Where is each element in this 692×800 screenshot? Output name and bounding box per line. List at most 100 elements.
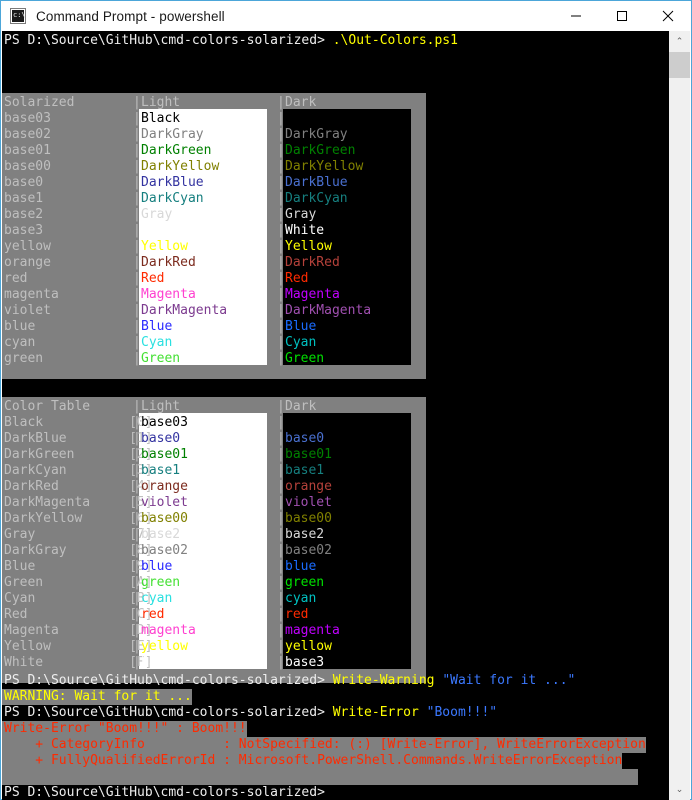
table1-row-separator-2: | bbox=[277, 287, 285, 302]
prompt-text: PS D:\Source\GitHub\cmd-colors-solarized… bbox=[4, 33, 325, 48]
table2-row-separator-1: | bbox=[133, 447, 141, 462]
error-line-2: + CategoryInfo : NotSpecified: (:) [Writ… bbox=[2, 737, 646, 753]
table1-row-dark-swatch: DarkBlue bbox=[285, 175, 348, 190]
table1-header-separator-1: | bbox=[133, 95, 141, 110]
table1-row-label: violet bbox=[4, 303, 51, 318]
table2-row-separator-2: | bbox=[277, 655, 285, 670]
table1-row-separator-1: | bbox=[133, 287, 141, 302]
table2-row-label: Green bbox=[4, 575, 44, 590]
table1-row-light-swatch: Red bbox=[141, 271, 165, 286]
table2-row-separator-2: | bbox=[277, 479, 285, 494]
table1-row-label: green bbox=[4, 351, 44, 366]
table2-row-light-swatch: green bbox=[141, 575, 181, 590]
table1-row-label: cyan bbox=[4, 335, 36, 350]
table2-header-separator-2: | bbox=[277, 399, 285, 414]
table2-row-label: Magenta bbox=[4, 623, 59, 638]
table2-row-light-swatch: orange bbox=[141, 479, 188, 494]
table2-row-separator-2: | bbox=[277, 511, 285, 526]
prompt-line-final: PS D:\Source\GitHub\cmd-colors-solarized… bbox=[4, 785, 325, 800]
table2-row-separator-1: | bbox=[133, 479, 141, 494]
table1-row-separator-2: | bbox=[277, 159, 285, 174]
table1-row-label: blue bbox=[4, 319, 36, 334]
table1-row-separator-1: | bbox=[133, 351, 141, 366]
table2-row-separator-2: | bbox=[277, 447, 285, 462]
warning-argument: "Wait for it ..." bbox=[442, 673, 576, 688]
table1-row-separator-2: | bbox=[277, 351, 285, 366]
table2-row-separator-1: | bbox=[133, 415, 141, 430]
table2-row-label: DarkMagenta bbox=[4, 495, 91, 510]
error-text: Write-Error "Boom!!!" : Boom!!! bbox=[4, 721, 247, 736]
table1-row-light-swatch: Blue bbox=[141, 319, 173, 334]
table1-row-light-swatch: Gray bbox=[141, 207, 173, 222]
table1-row-separator-2: | bbox=[277, 175, 285, 190]
table2-row-separator-1: | bbox=[133, 463, 141, 478]
prompt-line-1: PS D:\Source\GitHub\cmd-colors-solarized… bbox=[4, 33, 458, 49]
table2-row-separator-1: | bbox=[133, 575, 141, 590]
minimize-button[interactable] bbox=[553, 1, 599, 31]
table2-row-separator-2: | bbox=[277, 527, 285, 542]
table1-row-separator-1: | bbox=[133, 255, 141, 270]
table1-row-separator-1: | bbox=[133, 335, 141, 350]
table1-row-separator-1: | bbox=[133, 175, 141, 190]
table2-row-dark-swatch: green bbox=[285, 575, 325, 590]
table2-row-dark-swatch: violet bbox=[285, 495, 332, 510]
table1-row-light-swatch: DarkCyan bbox=[141, 191, 204, 206]
table1-row-separator-1: | bbox=[133, 127, 141, 142]
table2-row-light-swatch: yellow bbox=[141, 639, 188, 654]
table2-row-light-swatch: base0 bbox=[141, 431, 181, 446]
table2-row-label: Black bbox=[4, 415, 44, 430]
scrollbar-thumb[interactable] bbox=[669, 52, 690, 78]
table2-row-label: DarkRed bbox=[4, 479, 59, 494]
table2-row-light-swatch: cyan bbox=[141, 591, 173, 606]
vertical-scrollbar[interactable]: ⌃ ⌄ bbox=[669, 31, 690, 800]
table1-header-left: Solarized bbox=[4, 95, 75, 110]
warning-command: Write-Warning bbox=[332, 673, 435, 688]
table1-row-separator-2: | bbox=[277, 111, 285, 126]
maximize-button[interactable] bbox=[599, 1, 645, 31]
table1-row-separator-2: | bbox=[277, 271, 285, 286]
table1-row-separator-2: | bbox=[277, 143, 285, 158]
table1-row-dark-swatch: Green bbox=[285, 351, 325, 366]
prompt-text: PS D:\Source\GitHub\cmd-colors-solarized… bbox=[4, 705, 325, 720]
command-prompt-window: Command Prompt - powershell PS D:\Source… bbox=[0, 0, 692, 800]
table2-row-label: DarkGray bbox=[4, 543, 67, 558]
table2-row-separator-2: | bbox=[277, 495, 285, 510]
window-controls bbox=[553, 1, 691, 31]
close-button[interactable] bbox=[645, 1, 691, 31]
table1-row-dark-swatch: White bbox=[285, 223, 325, 238]
command-text: .\Out-Colors.ps1 bbox=[332, 33, 458, 48]
table1-row-separator-1: | bbox=[133, 223, 141, 238]
table2-row-separator-1: | bbox=[133, 623, 141, 638]
table2-row-separator-2: | bbox=[277, 639, 285, 654]
table2-row-separator-1: | bbox=[133, 495, 141, 510]
table2-row-light-swatch: base00 bbox=[141, 511, 188, 526]
table2-row-dark-swatch: base2 bbox=[285, 527, 325, 542]
scroll-down-arrow-icon[interactable]: ⌄ bbox=[669, 779, 690, 800]
terminal-output[interactable]: PS D:\Source\GitHub\cmd-colors-solarized… bbox=[2, 31, 671, 800]
table1-row-dark-swatch: Gray bbox=[285, 207, 317, 222]
table1-row-separator-2: | bbox=[277, 319, 285, 334]
table1-row-separator-2: | bbox=[277, 127, 285, 142]
table2-row-label: DarkCyan bbox=[4, 463, 67, 478]
table2-header-left: Color Table bbox=[4, 399, 91, 414]
table1-row-light-swatch: DarkRed bbox=[141, 255, 196, 270]
table2-row-separator-2: | bbox=[277, 431, 285, 446]
table2-row-dark-swatch: base03 bbox=[285, 415, 332, 430]
table1-row-separator-1: | bbox=[133, 207, 141, 222]
scroll-up-arrow-icon[interactable]: ⌃ bbox=[669, 31, 690, 52]
table1-row-separator-1: | bbox=[133, 271, 141, 286]
table2-row-separator-2: | bbox=[277, 543, 285, 558]
title-bar[interactable]: Command Prompt - powershell bbox=[1, 1, 691, 31]
table2-row-separator-1: | bbox=[133, 559, 141, 574]
table2-row-label: Red bbox=[4, 607, 28, 622]
table1-row-separator-1: | bbox=[133, 239, 141, 254]
table2-row-dark-swatch: base0 bbox=[285, 431, 325, 446]
table2-row-label: Gray bbox=[4, 527, 36, 542]
table1-row-dark-swatch: DarkYellow bbox=[285, 159, 364, 174]
table1-row-dark-swatch: Cyan bbox=[285, 335, 317, 350]
table2-row-separator-2: | bbox=[277, 591, 285, 606]
table2-row-dark-swatch: base00 bbox=[285, 511, 332, 526]
table2-row-label: Yellow bbox=[4, 639, 51, 654]
table2-row-light-swatch: base3 bbox=[141, 655, 181, 670]
table1-row-dark-swatch: DarkGreen bbox=[285, 143, 356, 158]
